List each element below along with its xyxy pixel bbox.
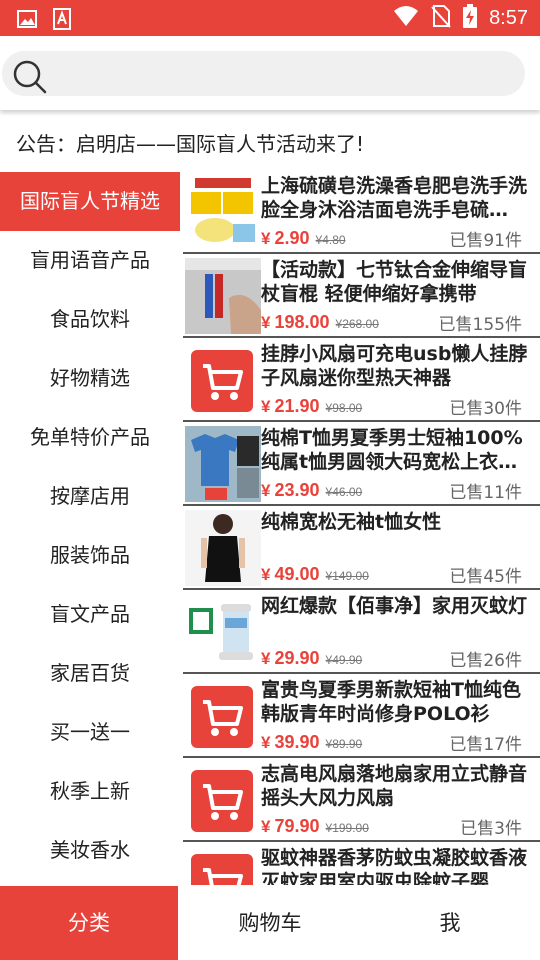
original-price: ¥4.80 (315, 233, 346, 247)
original-price: ¥268.00 (335, 317, 379, 331)
product-image-cane (185, 258, 261, 334)
battery-charging-icon (463, 4, 478, 32)
product-image-soap (185, 174, 261, 250)
product-item[interactable]: 网红爆款【佰事净】家用灭蚊灯 ¥29.90 ¥49.90 已售26件 (183, 590, 540, 674)
product-item[interactable]: 上海硫磺皂洗澡香皂肥皂洗手洗脸全身沐浴洁面皂洗手皂硫… ¥2.90 ¥4.80 已… (183, 170, 540, 254)
product-image-mosquito-lamp (185, 594, 261, 670)
status-bar: 8:57 (0, 0, 540, 36)
sold-count: 已售26件 (449, 651, 522, 671)
product-price: ¥23.90 ¥46.00 (261, 480, 363, 500)
category-sidebar: 国际盲人节精选 盲用语音产品 食品饮料 好物精选 免单特价产品 按摩店用 服装饰… (0, 172, 180, 880)
sidebar-item-braille[interactable]: 盲文产品 (0, 585, 180, 644)
sold-count: 已售3件 (460, 819, 522, 839)
product-title: 驱蚊神器香茅防蚊虫凝胶蚊香液灭蚊家用室内驱虫除蚊子婴 (261, 847, 528, 885)
sold-count: 已售45件 (449, 567, 522, 587)
pdf-app-icon (52, 8, 72, 34)
sidebar-item-blind-day[interactable]: 国际盲人节精选 (0, 172, 180, 231)
sold-count: 已售11件 (449, 483, 522, 503)
original-price: ¥199.00 (325, 821, 369, 835)
product-title: 上海硫磺皂洗澡香皂肥皂洗手洗脸全身沐浴洁面皂洗手皂硫… (261, 175, 528, 221)
sidebar-item-home[interactable]: 家居百货 (0, 644, 180, 703)
product-item[interactable]: 纯棉T恤男夏季男士短袖100%纯属t恤男圆领大码宽松上衣… ¥23.90 ¥46.… (183, 422, 540, 506)
sold-count: 已售155件 (438, 315, 522, 335)
original-price: ¥98.00 (325, 401, 363, 415)
sidebar-item-goods[interactable]: 好物精选 (0, 349, 180, 408)
product-title: 挂脖小风扇可充电usb懒人挂脖子风扇迷你型热天神器 (261, 343, 528, 389)
clock: 8:57 (489, 6, 528, 29)
product-price: ¥21.90 ¥98.00 (261, 396, 363, 416)
sold-count: 已售91件 (449, 231, 522, 251)
tab-me[interactable]: 我 (360, 886, 540, 960)
search-header (0, 36, 540, 110)
product-title: 纯棉T恤男夏季男士短袖100%纯属t恤男圆领大码宽松上衣… (261, 427, 523, 473)
sidebar-item-autumn[interactable]: 秋季上新 (0, 762, 180, 821)
product-price: ¥2.90 ¥4.80 (261, 228, 346, 248)
app-screen: 8:57 公告：启明店——国际盲人节活动来了! 国际盲人节精选 盲用语音产品 食… (0, 0, 540, 960)
cart-placeholder-icon (185, 762, 261, 838)
product-title: 志高电风扇落地扇家用立式静音摇头大风力风扇 (261, 763, 528, 809)
sidebar-item-beauty[interactable]: 美妆香水 (0, 821, 180, 880)
original-price: ¥46.00 (325, 485, 363, 499)
sidebar-item-food[interactable]: 食品饮料 (0, 290, 180, 349)
cart-placeholder-icon (185, 678, 261, 754)
bottom-nav: 分类 购物车 我 (0, 886, 540, 960)
search-input[interactable] (2, 51, 525, 96)
product-title: 【活动款】七节钛合金伸缩导盲杖盲棍 轻便伸缩好拿携带 (261, 259, 528, 305)
original-price: ¥49.90 (325, 653, 363, 667)
product-item[interactable]: 志高电风扇落地扇家用立式静音摇头大风力风扇 ¥79.90 ¥199.00 已售3件 (183, 758, 540, 842)
product-item[interactable]: 纯棉宽松无袖t恤女性 ¥49.00 ¥149.00 已售45件 (183, 506, 540, 590)
product-price: ¥198.00 ¥268.00 (261, 312, 379, 332)
product-item[interactable]: 【活动款】七节钛合金伸缩导盲杖盲棍 轻便伸缩好拿携带 ¥198.00 ¥268.0… (183, 254, 540, 338)
product-image-tank-top (185, 510, 261, 586)
product-title: 纯棉宽松无袖t恤女性 (261, 511, 442, 533)
original-price: ¥89.90 (325, 737, 363, 751)
sidebar-item-free[interactable]: 免单特价产品 (0, 408, 180, 467)
no-sim-icon (431, 4, 451, 32)
product-item[interactable]: 挂脖小风扇可充电usb懒人挂脖子风扇迷你型热天神器 ¥21.90 ¥98.00 已… (183, 338, 540, 422)
search-icon[interactable] (12, 59, 48, 95)
sold-count: 已售30件 (449, 399, 522, 419)
tab-category[interactable]: 分类 (0, 886, 178, 960)
sidebar-item-voice[interactable]: 盲用语音产品 (0, 231, 180, 290)
image-icon (16, 8, 38, 34)
sidebar-item-clothing[interactable]: 服装饰品 (0, 526, 180, 585)
product-item[interactable]: 驱蚊神器香茅防蚊虫凝胶蚊香液灭蚊家用室内驱虫除蚊子婴 (183, 842, 540, 885)
product-title: 网红爆款【佰事净】家用灭蚊灯 (261, 595, 528, 617)
tab-cart[interactable]: 购物车 (180, 886, 360, 960)
original-price: ¥149.00 (325, 569, 369, 583)
cart-placeholder-icon (185, 342, 261, 418)
wifi-icon (393, 5, 419, 31)
sidebar-item-bogo[interactable]: 买一送一 (0, 703, 180, 762)
product-image-tshirt (185, 426, 261, 502)
announcement: 公告：启明店——国际盲人节活动来了! (16, 132, 365, 156)
product-price: ¥49.00 ¥149.00 (261, 564, 369, 584)
cart-placeholder-icon (185, 846, 261, 885)
product-price: ¥29.90 ¥49.90 (261, 648, 363, 668)
product-item[interactable]: 富贵鸟夏季男新款短袖T恤纯色韩版青年时尚修身POLO衫 ¥39.90 ¥89.90… (183, 674, 540, 758)
product-price: ¥39.90 ¥89.90 (261, 732, 363, 752)
sold-count: 已售17件 (449, 735, 522, 755)
product-list: 上海硫磺皂洗澡香皂肥皂洗手洗脸全身沐浴洁面皂洗手皂硫… ¥2.90 ¥4.80 已… (183, 170, 540, 885)
sidebar-item-massage[interactable]: 按摩店用 (0, 467, 180, 526)
product-title: 富贵鸟夏季男新款短袖T恤纯色韩版青年时尚修身POLO衫 (261, 679, 521, 725)
product-price: ¥79.90 ¥199.00 (261, 816, 369, 836)
